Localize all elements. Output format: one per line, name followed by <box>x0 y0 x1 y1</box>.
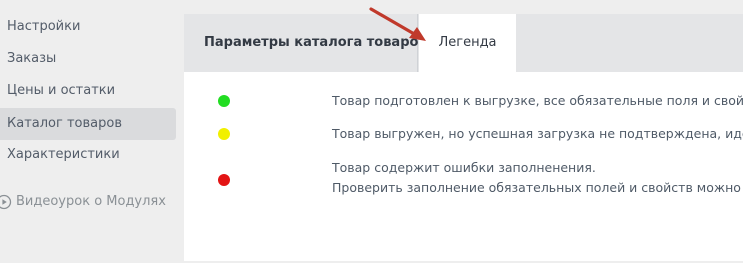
legend-panel: Параметры каталога товаров Легенда Товар… <box>184 14 743 261</box>
sidebar-nav: Настройки Заказы Цены и остатки Каталог … <box>0 0 184 263</box>
legend-line: Проверить заполнение обязательных полей … <box>332 180 743 195</box>
sidebar-item-product-catalog[interactable]: Каталог товаров <box>0 108 176 140</box>
sidebar-item-characteristics[interactable]: Характеристики <box>0 139 176 171</box>
legend-text-errors: Товар содержит ошибки заполненения. Пров… <box>332 158 743 198</box>
tab-legend[interactable]: Легенда <box>419 14 516 72</box>
video-tutorial-label: Видеоурок о Модулях <box>16 194 166 209</box>
sidebar-item-orders[interactable]: Заказы <box>0 43 176 75</box>
sidebar-item-prices-stock[interactable]: Цены и остатки <box>0 75 176 107</box>
legend-text-ready: Товар подготовлен к выгрузке, все обязат… <box>332 91 743 111</box>
tab-bar: Параметры каталога товаров Легенда <box>184 14 743 72</box>
video-tutorial-link[interactable]: Видеоурок о Модулях <box>0 191 166 213</box>
sidebar-item-settings[interactable]: Настройки <box>0 11 176 43</box>
play-circle-icon <box>0 194 12 210</box>
legend-line: Товар выгружен, но успешная загрузка не … <box>332 126 743 141</box>
legend-line: Товар подготовлен к выгрузке, все обязат… <box>332 93 743 108</box>
legend-text-uploaded: Товар выгружен, но успешная загрузка не … <box>332 124 743 144</box>
legend-line: Товар содержит ошибки заполненения. <box>332 160 596 175</box>
status-dot-red <box>218 174 230 186</box>
tab-catalog-params[interactable]: Параметры каталога товаров <box>184 14 427 72</box>
status-dot-yellow <box>218 128 230 140</box>
status-dot-green <box>218 95 230 107</box>
